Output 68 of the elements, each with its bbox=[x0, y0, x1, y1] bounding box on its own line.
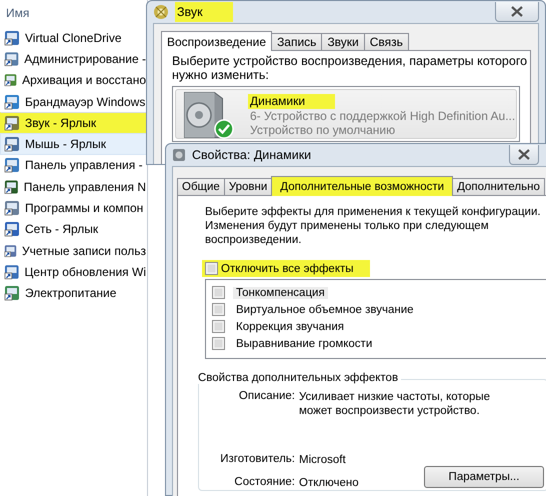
file-item[interactable]: Администрирование - bbox=[0, 48, 147, 70]
close-icon bbox=[511, 6, 523, 17]
parameters-button[interactable]: Параметры... bbox=[424, 466, 544, 488]
tab[interactable]: Воспроизведение bbox=[161, 31, 272, 51]
checkbox[interactable] bbox=[212, 303, 225, 316]
shortcut-icon bbox=[4, 221, 20, 238]
field-label: Состояние: bbox=[233, 476, 295, 488]
shortcut-icon bbox=[4, 136, 20, 152]
shortcut-icon bbox=[4, 157, 20, 174]
file-item[interactable]: Мышь - Ярлык bbox=[0, 133, 147, 155]
shortcut-icon bbox=[4, 242, 18, 259]
close-button[interactable] bbox=[509, 145, 539, 165]
checkbox[interactable] bbox=[212, 337, 225, 350]
tab[interactable]: Запись bbox=[271, 33, 322, 50]
tab[interactable]: Звуки bbox=[321, 33, 365, 50]
file-item[interactable]: Virtual CloneDrive bbox=[0, 27, 147, 48]
file-item[interactable]: Учетные записи польз bbox=[0, 240, 147, 262]
field-label: Описание: bbox=[238, 390, 295, 402]
shortcut-icon bbox=[4, 264, 20, 280]
tab[interactable]: Дополнительно bbox=[452, 178, 545, 195]
field-value: Отключено bbox=[299, 476, 359, 490]
device-item[interactable]: Динамики 6- Устройство с поддержкой High Definition Au... Устройство по умолчанию bbox=[175, 89, 517, 139]
speaker-icon bbox=[172, 148, 186, 162]
file-item[interactable]: Программы и компон bbox=[0, 197, 147, 219]
file-item[interactable]: Электропитание bbox=[0, 282, 147, 304]
field-value: Microsoft bbox=[299, 453, 346, 467]
file-item[interactable]: Сеть - Ярлык bbox=[0, 218, 147, 240]
field-value: Усиливает низкие частоты, которые может воспроизвести устройство. bbox=[299, 390, 492, 418]
shortcut-icon bbox=[4, 114, 20, 131]
shortcut-icon bbox=[4, 200, 20, 216]
window-title: Звук bbox=[175, 2, 233, 22]
group-title: Свойства дополнительных эффектов bbox=[198, 372, 402, 384]
instruction-text: Выберите эффекты для применения к текущей конфигурации. Изменения будут применены только при следующем воспроизведении. bbox=[205, 205, 542, 247]
shortcut-icon bbox=[4, 178, 19, 195]
tab[interactable]: Дополнительные возможности bbox=[271, 176, 454, 196]
shortcut-icon bbox=[4, 94, 20, 110]
close-button[interactable] bbox=[495, 2, 539, 22]
tab[interactable]: Уровни bbox=[224, 178, 272, 195]
effect-label[interactable]: Выравнивание громкости bbox=[233, 338, 376, 350]
sound-icon bbox=[153, 4, 169, 20]
checkbox[interactable] bbox=[205, 262, 218, 275]
effect-label[interactable]: Тонкомпенсация bbox=[233, 286, 328, 298]
device-description: 6- Устройство с поддержкой High Definition Au... bbox=[249, 108, 516, 123]
file-item[interactable]: Брандмауэр Windows bbox=[0, 90, 147, 112]
close-icon bbox=[518, 149, 530, 160]
effect-label[interactable]: Коррекция звучания bbox=[233, 320, 348, 332]
device-name: Динамики bbox=[248, 94, 336, 108]
shortcut-icon bbox=[4, 50, 20, 67]
device-status: Устройство по умолчанию bbox=[249, 123, 396, 138]
file-item[interactable]: Панель управления N bbox=[0, 176, 147, 198]
checkbox[interactable] bbox=[212, 286, 225, 299]
file-item[interactable]: Центр обновления Wi bbox=[0, 261, 147, 283]
file-item[interactable]: Архивация и восстано bbox=[0, 70, 147, 91]
file-item[interactable]: Панель управления - bbox=[0, 154, 147, 176]
column-header[interactable]: Имя bbox=[0, 0, 147, 27]
shortcut-icon bbox=[4, 285, 20, 302]
effect-label[interactable]: Виртуальное объемное звучание bbox=[233, 304, 417, 316]
file-item[interactable]: Звук - Ярлык bbox=[0, 112, 147, 134]
checkbox-label[interactable]: Отключить все эффекты bbox=[221, 262, 354, 274]
tab[interactable]: Общие bbox=[177, 178, 225, 195]
speaker-icon bbox=[184, 92, 223, 138]
shortcut-icon bbox=[4, 30, 20, 46]
instruction-text: Выберите устройство воспроизведения, параметры которого нужно изменить: bbox=[172, 54, 528, 82]
checkbox[interactable] bbox=[212, 320, 225, 333]
tab[interactable]: Связь bbox=[364, 33, 409, 50]
dialog-title: Свойства: Динамики bbox=[192, 148, 312, 162]
field-label: Изготовитель: bbox=[219, 453, 295, 465]
shortcut-icon bbox=[4, 72, 18, 88]
